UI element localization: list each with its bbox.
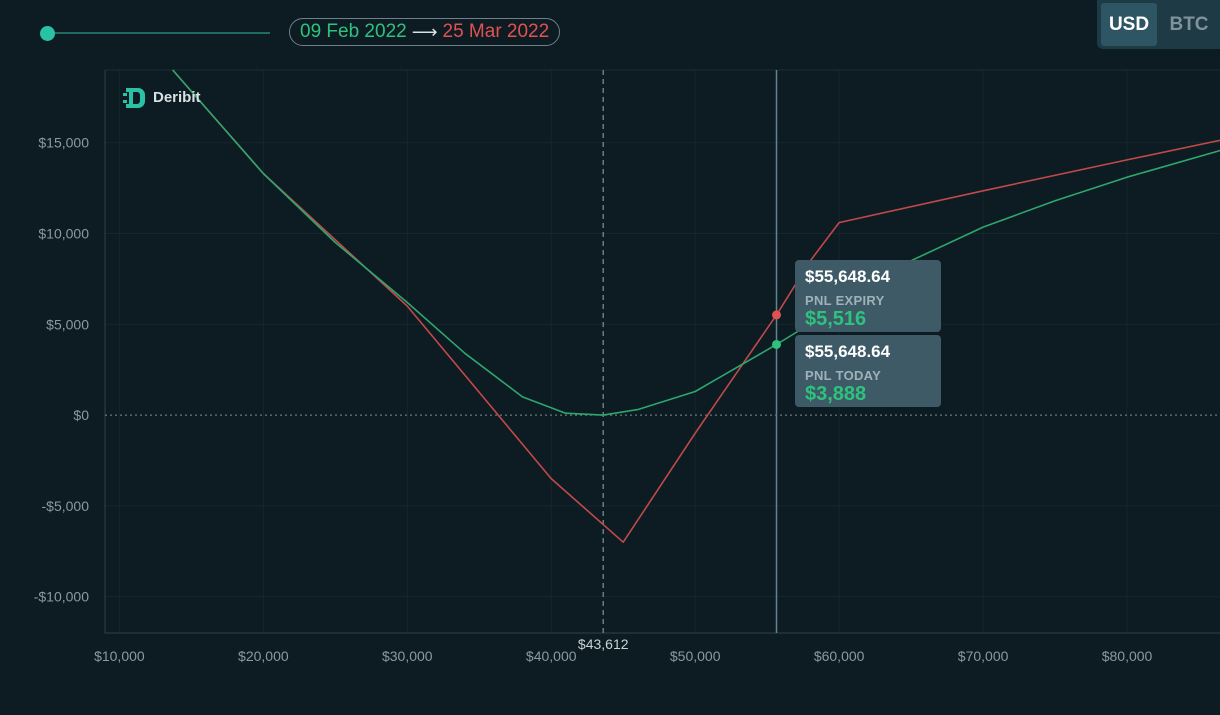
y-tick-labels: $15,000 $10,000 $5,000 $0 -$5,000 -$10,000 — [34, 135, 89, 605]
x-tick-label-1: $20,000 — [238, 648, 289, 664]
tooltip-today-value: $3,888 — [805, 383, 867, 405]
marker-label-0: $43,612 — [578, 636, 629, 652]
x-tick-label-3: $40,000 — [526, 648, 577, 664]
chart-grid — [105, 70, 1220, 633]
y-tick-label-4: -$5,000 — [42, 498, 90, 514]
tooltip-expiry-value: $5,516 — [805, 308, 867, 330]
y-tick-label-1: $10,000 — [38, 225, 89, 241]
y-tick-label-5: -$10,000 — [34, 589, 89, 605]
x-tick-label-2: $30,000 — [382, 648, 433, 664]
tooltip-pnl-today: $55,648.64 PNL TODAY $3,888 — [795, 335, 941, 407]
logo-text: Deribit — [153, 89, 201, 106]
x-tick-label-4: $50,000 — [670, 648, 721, 664]
series-dot-pnl_today — [772, 339, 782, 349]
tooltip-expiry-price: $55,648.64 — [805, 267, 891, 286]
x-tick-label-6: $70,000 — [958, 648, 1009, 664]
y-tick-label-2: $5,000 — [46, 316, 89, 332]
deribit-logo: Deribit — [123, 88, 201, 108]
series-line-pnl_today — [172, 69, 1220, 416]
x-tick-label-5: $60,000 — [814, 648, 865, 664]
deribit-logo-icon — [123, 88, 145, 108]
pnl-chart: $15,000 $10,000 $5,000 $0 -$5,000 -$10,000 $1… — [34, 69, 1220, 664]
tooltip-pnl-expiry: $55,648.64 PNL EXPIRY $5,516 — [795, 260, 941, 332]
x-tick-label-0: $10,000 — [94, 648, 145, 664]
x-tick-label-7: $80,000 — [1102, 648, 1153, 664]
series-dot-pnl_expiry — [772, 310, 782, 320]
series-line-pnl_expiry — [172, 69, 1220, 544]
series-lines — [172, 69, 1220, 544]
marker-labels: $43,612 — [578, 636, 629, 652]
y-tick-label-3: $0 — [73, 407, 89, 423]
y-tick-label-0: $15,000 — [38, 135, 89, 151]
tooltip-today-price: $55,648.64 — [805, 342, 891, 361]
